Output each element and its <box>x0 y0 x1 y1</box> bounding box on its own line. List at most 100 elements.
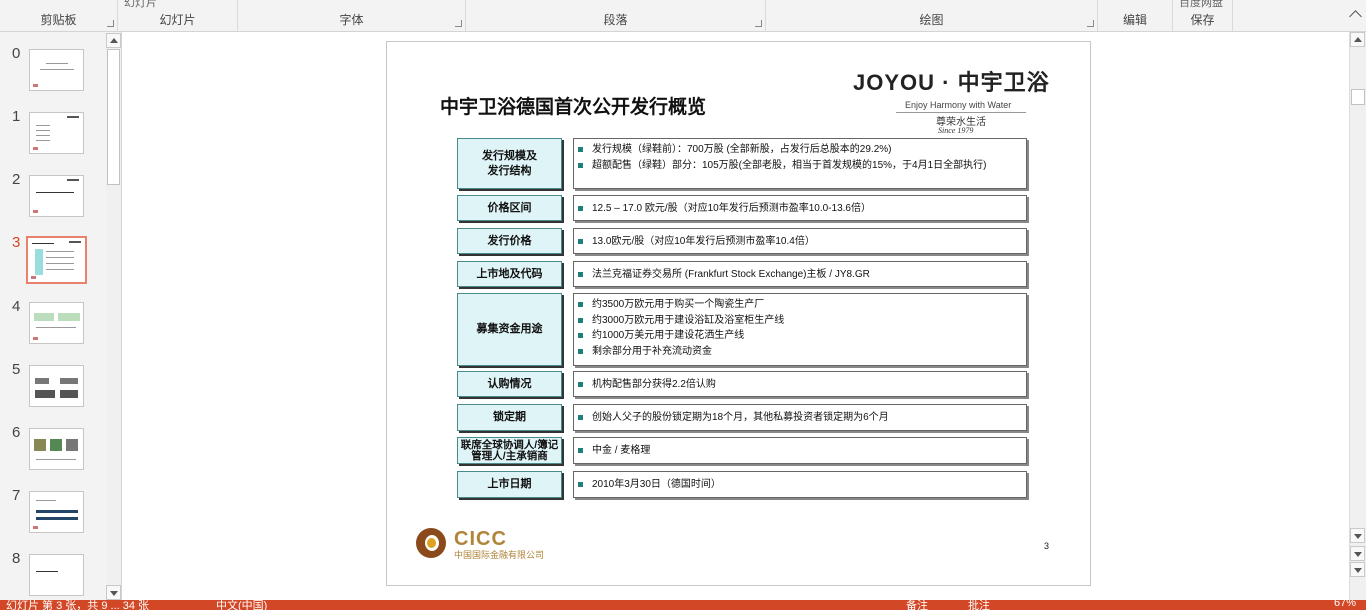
bullet-square-icon <box>578 302 583 307</box>
thumbnail-scrollbar[interactable] <box>106 33 121 600</box>
ribbon-group-drawing[interactable]: 绘图 <box>766 0 1098 31</box>
new-slide-button[interactable]: 幻灯片 <box>124 0 157 10</box>
bullet-square-icon <box>578 271 583 277</box>
language-indicator[interactable]: 中文(中国) <box>216 600 267 610</box>
scroll-up-button[interactable] <box>1350 32 1365 47</box>
zoom-level[interactable]: 67% <box>1334 600 1356 609</box>
ribbon-group-label: 幻灯片 <box>159 13 196 27</box>
dialog-launcher-icon[interactable] <box>107 20 114 27</box>
bullet-text: 约3000万欧元用于建设浴缸及浴室柜生产线 <box>592 314 785 326</box>
previous-slide-button[interactable] <box>1350 546 1365 561</box>
bullet-text: 13.0欧元/股（对应10年发行后预测市盈率10.4倍） <box>592 235 815 247</box>
bullet-item: 13.0欧元/股（对应10年发行后预测市盈率10.4倍） <box>578 234 1020 250</box>
bullet-item: 机构配售部分获得2.2倍认购 <box>578 377 1020 393</box>
bullet-square-icon <box>578 162 583 168</box>
table-row-content: 13.0欧元/股（对应10年发行后预测市盈率10.4倍） <box>573 228 1027 254</box>
thumbnail-number: 2 <box>12 171 21 188</box>
table-row-label: 发行价格 <box>457 228 562 254</box>
dialog-launcher-icon[interactable] <box>755 20 762 27</box>
notes-button[interactable]: 备注 <box>906 600 928 610</box>
slide-title[interactable]: 中宇卫浴德国首次公开发行概览 <box>440 92 706 119</box>
dialog-launcher-icon[interactable] <box>1087 20 1094 27</box>
ribbon-group-clipboard[interactable]: 剪贴板 <box>0 0 118 31</box>
slide-thumbnail-3[interactable] <box>26 236 87 284</box>
bullet-item: 法兰克福证券交易所 (Frankfurt Stock Exchange)主板 /… <box>578 267 1020 283</box>
slide[interactable]: JOYOU · 中宇卫浴 Enjoy Harmony with Water 尊荣… <box>386 41 1091 586</box>
brand-tagline: Enjoy Harmony with Water <box>905 100 1012 110</box>
bullet-text: 约3500万欧元用于购买一个陶瓷生产厂 <box>592 299 765 310</box>
bullet-square-icon <box>578 448 583 453</box>
table-row-content: 中金 / 麦格理 <box>573 437 1027 464</box>
bullet-square-icon <box>578 238 583 244</box>
bullet-text: 约1000万美元用于建设花洒生产线 <box>592 330 745 341</box>
brand-since: Since 1979 <box>938 126 974 135</box>
ribbon-group-paragraph[interactable]: 段落 <box>466 0 766 31</box>
bullet-square-icon <box>578 381 583 387</box>
thumbnail-number: 1 <box>12 108 21 125</box>
bullet-text: 机构配售部分获得2.2倍认购 <box>592 378 716 390</box>
bullet-square-icon <box>578 317 583 323</box>
next-slide-button[interactable] <box>1350 562 1365 577</box>
ribbon-group-font[interactable]: 字体 <box>238 0 466 31</box>
cicc-company-name: 中国国际金融有限公司 <box>454 550 545 560</box>
ribbon-group-label: 绘图 <box>919 13 944 27</box>
table-row-content: 约3500万欧元用于购买一个陶瓷生产厂约3000万欧元用于建设浴缸及浴室柜生产线… <box>573 293 1027 366</box>
bullet-item: 中金 / 麦格理 <box>578 443 1020 459</box>
scroll-up-button[interactable] <box>106 33 121 48</box>
ribbon-group-label: 保存 <box>1190 13 1215 27</box>
ribbon-group-save[interactable]: 百度网盘 保存 <box>1173 0 1233 31</box>
bullet-text: 创始人父子的股份锁定期为18个月，其他私募投资者锁定期为6个月 <box>592 412 889 423</box>
ribbon-group-label: 编辑 <box>1122 13 1147 27</box>
bullet-text: 中金 / 麦格理 <box>592 445 651 456</box>
slide-thumbnail-4[interactable] <box>29 302 84 344</box>
collapse-ribbon-icon[interactable] <box>1349 10 1362 23</box>
ribbon-group-slides[interactable]: 幻灯片 幻灯片 <box>118 0 238 31</box>
table-row-label: 锁定期 <box>457 404 562 431</box>
bullet-square-icon <box>578 348 583 354</box>
slide-thumbnail-0[interactable] <box>29 49 84 91</box>
scroll-down-button[interactable] <box>1350 528 1365 543</box>
bullet-text: 法兰克福证券交易所 (Frankfurt Stock Exchange)主板 /… <box>592 268 870 280</box>
slide-thumbnail-1[interactable] <box>29 112 84 154</box>
table-row-content: 创始人父子的股份锁定期为18个月，其他私募投资者锁定期为6个月 <box>573 404 1027 431</box>
thumbnail-number: 5 <box>12 361 21 378</box>
bullet-text: 超额配售（绿鞋）部分：105万股(全部老股，相当于首发规模的15%，于4月1日全… <box>592 159 987 171</box>
slide-thumbnail-6[interactable] <box>29 428 84 470</box>
bullet-square-icon <box>578 415 583 420</box>
scrollbar-thumb[interactable] <box>107 49 120 185</box>
slide-count: 幻灯片 第 3 张，共 9 ... 34 张 <box>6 600 150 610</box>
scrollbar-thumb[interactable] <box>1351 89 1365 105</box>
slide-thumbnail-5[interactable] <box>29 365 84 407</box>
ribbon-group-editing[interactable]: 编辑 <box>1098 0 1173 31</box>
table-row-label: 上市地及代码 <box>457 261 562 287</box>
scroll-down-button[interactable] <box>106 585 121 600</box>
slide-thumbnail-7[interactable] <box>29 491 84 533</box>
thumbnail-number: 6 <box>12 424 21 441</box>
slide-thumbnail-pane: 0 1 2 3 4 5 6 7 8 <box>0 32 122 600</box>
bullet-item: 超额配售（绿鞋）部分：105万股(全部老股，相当于首发规模的15%，于4月1日全… <box>578 158 1020 174</box>
comments-button[interactable]: 批注 <box>968 600 990 610</box>
ribbon-group-label: 剪贴板 <box>40 13 77 27</box>
bullet-text: 2010年3月30日（德国时间） <box>592 479 721 490</box>
slide-thumbnail-2[interactable] <box>29 175 84 217</box>
bullet-square-icon <box>578 333 583 338</box>
thumbnail-number: 3 <box>12 234 21 251</box>
bullet-item: 创始人父子的股份锁定期为18个月，其他私募投资者锁定期为6个月 <box>578 410 1020 426</box>
bullet-text: 发行规模（绿鞋前）：700万股 (全部新股，占发行后总股本的29.2%) <box>592 144 892 155</box>
canvas-scrollbar[interactable] <box>1349 32 1366 600</box>
bullet-text: 12.5 – 17.0 欧元/股（对应10年发行后预测市盈率10.0-13.6倍… <box>592 202 871 214</box>
bullet-item: 约3500万欧元用于购买一个陶瓷生产厂 <box>578 297 1020 313</box>
bullet-item: 发行规模（绿鞋前）：700万股 (全部新股，占发行后总股本的29.2%) <box>578 142 1020 158</box>
slide-thumbnail-8[interactable] <box>29 554 84 596</box>
bullet-item: 2010年3月30日（德国时间） <box>578 477 1020 493</box>
table-row-content: 发行规模（绿鞋前）：700万股 (全部新股，占发行后总股本的29.2%) 超额配售… <box>573 138 1027 189</box>
ribbon: 剪贴板 幻灯片 幻灯片 字体 段落 绘图 编辑 百度网盘 保存 <box>0 0 1366 32</box>
ribbon-group-label: 段落 <box>603 13 628 27</box>
dialog-launcher-icon[interactable] <box>455 20 462 27</box>
bullet-square-icon <box>578 482 583 487</box>
joyou-logo: JOYOU · 中宇卫浴 <box>853 70 1050 95</box>
thumbnail-number: 8 <box>12 550 21 567</box>
table-row-label: 价格区间 <box>457 195 562 221</box>
baidu-netdisk-button[interactable]: 百度网盘 <box>1179 0 1223 10</box>
table-row-content: 2010年3月30日（德国时间） <box>573 471 1027 498</box>
